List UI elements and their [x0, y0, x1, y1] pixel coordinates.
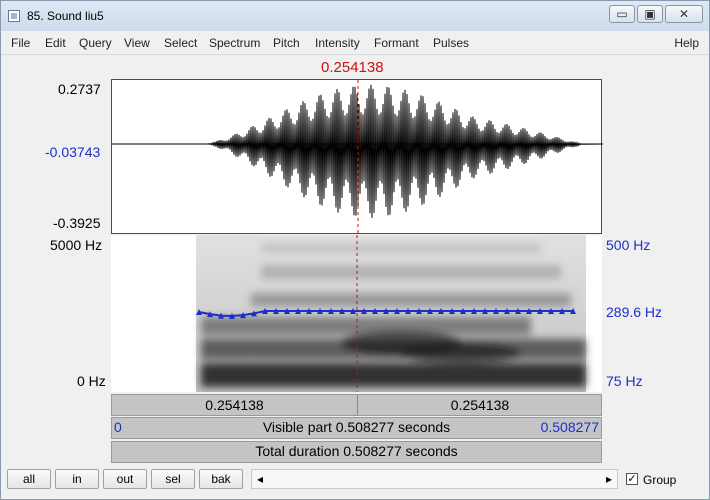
all-button[interactable]: all — [7, 469, 51, 489]
total-duration-text: Total duration 0.508277 seconds — [255, 443, 458, 459]
time-scrollbar[interactable]: ◂ ▸ — [251, 469, 618, 489]
waveform-max-label: 0.2737 — [58, 81, 101, 97]
menu-edit[interactable]: Edit — [45, 36, 66, 50]
minimize-button[interactable]: ▭ — [609, 5, 635, 23]
segment-right[interactable]: 0.254138 — [357, 395, 603, 415]
title-bar: 85. Sound liu5 ▭ ▣ ✕ — [1, 1, 709, 31]
in-button[interactable]: in — [55, 469, 99, 489]
visible-end: 0.508277 — [540, 419, 599, 435]
spectrogram-panel[interactable] — [111, 235, 602, 392]
sel-button[interactable]: sel — [151, 469, 195, 489]
menu-query[interactable]: Query — [79, 36, 112, 50]
scroll-left-arrow-icon[interactable]: ◂ — [252, 470, 268, 488]
menu-formant[interactable]: Formant — [374, 36, 419, 50]
waveform-svg[interactable] — [112, 80, 604, 235]
cursor-time-label: 0.254138 — [321, 59, 384, 76]
praat-sound-window: 85. Sound liu5 ▭ ▣ ✕ File Edit Query Vie… — [0, 0, 710, 500]
window-controls: ▭ ▣ ✕ — [607, 5, 703, 25]
spectrogram-svg[interactable] — [111, 235, 602, 392]
visible-part-bar[interactable]: 0 Visible part 0.508277 seconds 0.508277 — [111, 417, 602, 439]
pitch-bottom-label: 75 Hz — [606, 373, 643, 389]
maximize-button[interactable]: ▣ — [637, 5, 663, 23]
menu-bar: File Edit Query View Select Spectrum Pit… — [1, 32, 709, 55]
group-checkbox[interactable]: ✓ — [626, 473, 638, 485]
window-app-icon — [8, 10, 20, 22]
menu-intensity[interactable]: Intensity — [315, 36, 360, 50]
pitch-value-label: 289.6 Hz — [606, 304, 663, 320]
waveform-mid-label: -0.03743 — [45, 144, 101, 160]
menu-file[interactable]: File — [11, 36, 30, 50]
menu-help[interactable]: Help — [674, 36, 699, 50]
spectrogram-freq-bottom: 0 Hz — [77, 373, 106, 389]
menu-pulses[interactable]: Pulses — [433, 36, 469, 50]
waveform-panel[interactable] — [111, 79, 604, 235]
out-button[interactable]: out — [103, 469, 147, 489]
menu-select[interactable]: Select — [164, 36, 197, 50]
pitch-top-label: 500 Hz — [606, 237, 651, 253]
bottom-toolbar: all in out sel bak ◂ ▸ ✓ Group — [1, 465, 709, 499]
waveform-min-label: -0.3925 — [53, 215, 101, 231]
group-label: Group — [643, 473, 677, 487]
scroll-right-arrow-icon[interactable]: ▸ — [601, 470, 617, 488]
total-duration-bar[interactable]: Total duration 0.508277 seconds — [111, 441, 602, 463]
menu-pitch[interactable]: Pitch — [273, 36, 300, 50]
bak-button[interactable]: bak — [199, 469, 243, 489]
close-button[interactable]: ✕ — [665, 5, 703, 23]
menu-view[interactable]: View — [124, 36, 150, 50]
time-segment-bar[interactable]: 0.254138 0.254138 — [111, 394, 602, 416]
segment-left[interactable]: 0.254138 — [112, 395, 358, 415]
window-title: 85. Sound liu5 — [27, 9, 104, 23]
menu-spectrum[interactable]: Spectrum — [209, 36, 260, 50]
spectrogram-freq-top: 5000 Hz — [50, 237, 103, 253]
visible-part-text: Visible part 0.508277 seconds — [262, 419, 451, 435]
